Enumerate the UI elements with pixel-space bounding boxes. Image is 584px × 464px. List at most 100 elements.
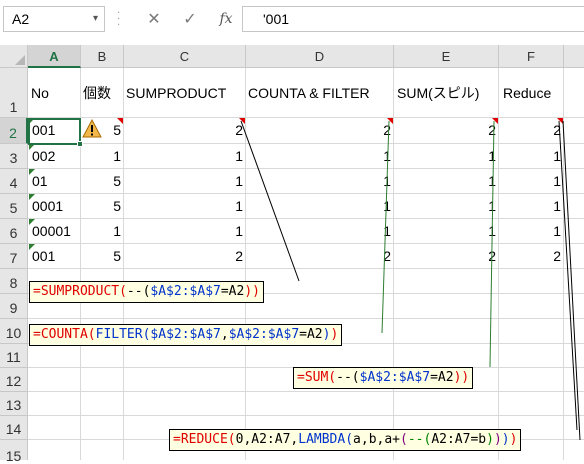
name-box-value: A2 [12, 11, 30, 27]
row-header-6[interactable]: 6 [0, 219, 28, 244]
column-header-f[interactable]: F [499, 45, 564, 68]
cancel-icon[interactable]: ✕ [136, 6, 172, 32]
cell-count[interactable]: 1 [100, 147, 121, 165]
error-indicator-icon [29, 219, 35, 225]
comment-counta-filter[interactable]: =COUNTA(FILTER($A$2:$A$7,$A$2:$A$7=A2)) [29, 324, 343, 346]
row-header-2[interactable]: 2 [0, 118, 28, 144]
gridline [563, 68, 564, 460]
header-cell-d1[interactable]: COUNTA & FILTER [248, 84, 370, 102]
comment-sum-spill[interactable]: =SUM(--($A$2:$A$7=A2)) [293, 367, 474, 389]
fill-handle[interactable] [77, 141, 83, 147]
formula-token: , [220, 327, 229, 342]
row-header-11[interactable]: 11 [0, 344, 28, 368]
cell-reduce[interactable]: 2 [499, 247, 561, 265]
column-header-a[interactable]: A [28, 45, 81, 68]
comment-indicator-icon[interactable] [239, 118, 245, 124]
enter-icon[interactable]: ✓ [172, 6, 208, 32]
cell-no[interactable]: 002 [32, 147, 55, 165]
cell-no[interactable]: 00001 [32, 222, 71, 240]
row-header-8[interactable]: 8 [0, 269, 28, 294]
formula-token: $A$2:$A$7 [359, 370, 431, 385]
cell-reduce[interactable]: 1 [499, 147, 561, 165]
cell-counta-filter[interactable]: 1 [246, 222, 391, 240]
cell-sum-spill[interactable]: 1 [394, 197, 496, 215]
formula-token: --( [336, 370, 360, 385]
row-header-15[interactable]: 15 [0, 440, 28, 464]
formula-token: =COUNTA( [33, 327, 96, 342]
cell-sum-spill[interactable]: 1 [394, 222, 496, 240]
gridline [28, 268, 584, 269]
row-header-12[interactable]: 12 [0, 368, 28, 392]
cell-counta-filter[interactable]: 1 [246, 197, 391, 215]
cell-sumproduct[interactable]: 1 [124, 147, 243, 165]
cell-sumproduct[interactable]: 1 [124, 197, 243, 215]
formula-value: '001 [263, 11, 290, 27]
row-header-9[interactable]: 9 [0, 294, 28, 319]
column-header-d[interactable]: D [246, 45, 394, 68]
cell-reduce[interactable]: 1 [499, 172, 561, 190]
cell-sum-spill[interactable]: 1 [394, 147, 496, 165]
row-header-1[interactable]: 1 [0, 68, 28, 118]
row-header-5[interactable]: 5 [0, 194, 28, 219]
cell-count[interactable]: 5 [100, 197, 121, 215]
formula-token: FILTER( [95, 327, 151, 342]
cell-sum-spill[interactable]: 1 [394, 172, 496, 190]
header-cell-c1[interactable]: SUMPRODUCT [126, 84, 226, 102]
cell-reduce[interactable]: 2 [499, 121, 561, 139]
cell-counta-filter[interactable]: 1 [246, 147, 391, 165]
error-indicator-icon [29, 244, 35, 250]
column-header-e[interactable]: E [394, 45, 499, 68]
cell-count[interactable]: 1 [100, 222, 121, 240]
comment-reduce[interactable]: =REDUCE(0,A2:A7,LAMBDA(a,b,a+(--(A2:A7=b… [169, 429, 522, 451]
cell-sumproduct[interactable]: 1 [124, 172, 243, 190]
warning-icon[interactable] [82, 118, 102, 139]
gridline [28, 391, 584, 392]
name-box[interactable]: A2 ▾ [3, 6, 105, 32]
comment-indicator-icon[interactable] [492, 118, 498, 124]
formula-token: $A$2:$A$7 [150, 284, 221, 299]
cell-sumproduct[interactable]: 1 [124, 222, 243, 240]
chevron-down-icon[interactable]: ▾ [93, 13, 98, 24]
column-header-c[interactable]: C [124, 45, 246, 68]
header-cell-e1[interactable]: SUM(スピル) [397, 84, 479, 102]
cell-counta-filter[interactable]: 1 [246, 172, 391, 190]
cell-sumproduct[interactable]: 2 [124, 121, 243, 139]
comment-indicator-icon[interactable] [387, 118, 393, 124]
comment-indicator-icon[interactable] [117, 118, 123, 124]
formula-token: LAMBDA( [298, 432, 354, 447]
cell-no[interactable]: 001 [32, 247, 55, 265]
cell-sum-spill[interactable]: 2 [394, 247, 496, 265]
select-all-button[interactable] [0, 45, 28, 68]
formula-input[interactable]: '001 [242, 6, 584, 32]
row-header-4[interactable]: 4 [0, 169, 28, 194]
cell-count[interactable]: 5 [100, 172, 121, 190]
comment-sumproduct[interactable]: =SUMPRODUCT(--($A$2:$A$7=A2)) [29, 281, 264, 303]
row-header-10[interactable]: 10 [0, 319, 28, 344]
cell-counta-filter[interactable]: 2 [246, 247, 391, 265]
row-header-13[interactable]: 13 [0, 392, 28, 416]
header-cell-a1[interactable]: No [31, 84, 49, 102]
row-header-3[interactable]: 3 [0, 144, 28, 169]
cell-reduce[interactable]: 1 [499, 222, 561, 240]
cell-sumproduct[interactable]: 2 [124, 247, 243, 265]
cell-reduce[interactable]: 1 [499, 197, 561, 215]
cell-count[interactable]: 5 [100, 247, 121, 265]
drag-handle-icon[interactable]: · · · [117, 9, 121, 31]
formula-token: )) [453, 370, 470, 385]
formula-token: 0,A2:A7, [235, 432, 299, 447]
comment-indicator-icon[interactable] [557, 118, 563, 124]
formula-token: A2:A7=b [431, 432, 487, 447]
header-cell-f1[interactable]: Reduce [503, 84, 551, 102]
active-cell-border [28, 118, 81, 145]
formula-token: a,b,a+ [353, 432, 401, 447]
cell-sum-spill[interactable]: 2 [394, 121, 496, 139]
cell-no[interactable]: 0001 [32, 197, 63, 215]
cell-counta-filter[interactable]: 2 [246, 121, 391, 139]
header-cell-b1[interactable]: 個数 [83, 84, 111, 102]
row-header-7[interactable]: 7 [0, 244, 28, 269]
insert-function-icon[interactable]: fx [208, 6, 244, 32]
formula-token: =REDUCE( [173, 432, 236, 447]
column-header-g[interactable] [564, 45, 584, 68]
row-header-14[interactable]: 14 [0, 416, 28, 440]
column-header-b[interactable]: B [81, 45, 124, 68]
